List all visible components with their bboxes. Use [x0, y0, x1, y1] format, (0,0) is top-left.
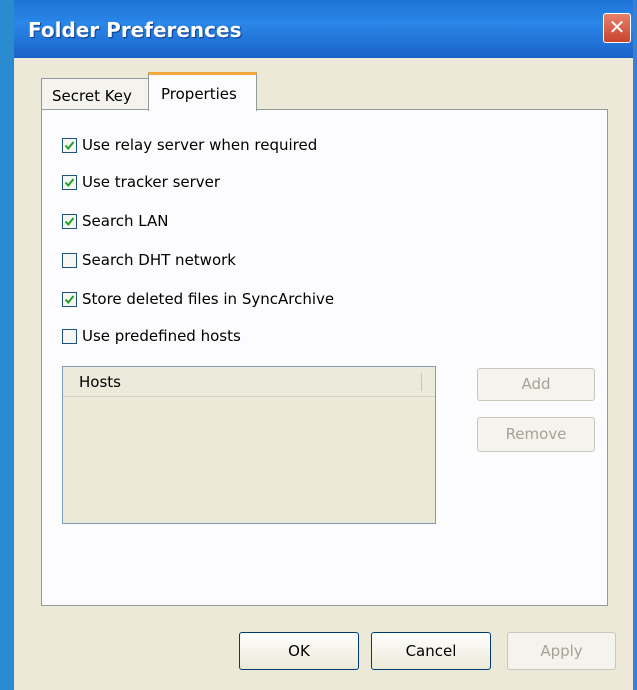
store-deleted-label: Store deleted files in SyncArchive: [82, 290, 335, 308]
window-frame-left: [0, 0, 14, 690]
tab-secret-key-label: Secret Key: [52, 87, 132, 105]
column-divider[interactable]: [421, 373, 422, 391]
tracker-server-checkbox[interactable]: [62, 174, 77, 190]
checkmark-icon: [64, 216, 75, 226]
search-lan-checkbox[interactable]: [62, 213, 77, 229]
relay-server-checkbox[interactable]: [62, 137, 77, 153]
option-search-dht[interactable]: Search DHT network: [62, 249, 236, 271]
ok-button[interactable]: OK: [239, 632, 359, 670]
cancel-button[interactable]: Cancel: [371, 632, 491, 670]
option-predefined-hosts[interactable]: Use predefined hosts: [62, 325, 241, 347]
option-store-deleted[interactable]: Store deleted files in SyncArchive: [62, 288, 334, 310]
search-lan-label: Search LAN: [82, 212, 169, 230]
search-dht-label: Search DHT network: [82, 251, 236, 269]
tab-secret-key[interactable]: Secret Key: [41, 78, 149, 110]
folder-preferences-dialog: Folder Preferences ✕ Secret Key Properti…: [14, 0, 633, 690]
relay-server-label: Use relay server when required: [82, 136, 318, 154]
window-frame-right: [633, 0, 637, 690]
option-relay-server[interactable]: Use relay server when required: [62, 134, 317, 156]
tab-properties[interactable]: Properties: [148, 72, 257, 111]
hosts-column-label: Hosts: [79, 373, 121, 391]
hosts-column-header[interactable]: Hosts: [63, 367, 435, 397]
checkmark-icon: [64, 294, 75, 304]
hosts-list[interactable]: Hosts: [62, 366, 436, 524]
predefined-hosts-label: Use predefined hosts: [82, 327, 241, 345]
title-bar[interactable]: Folder Preferences ✕: [14, 0, 633, 58]
option-tracker-server[interactable]: Use tracker server: [62, 171, 220, 193]
checkmark-icon: [64, 140, 75, 150]
close-icon: ✕: [608, 15, 626, 39]
store-deleted-checkbox[interactable]: [62, 291, 77, 307]
add-host-button[interactable]: Add: [477, 368, 595, 401]
apply-button[interactable]: Apply: [507, 632, 616, 670]
checkmark-icon: [64, 177, 75, 187]
option-search-lan[interactable]: Search LAN: [62, 210, 168, 232]
search-dht-checkbox[interactable]: [62, 252, 77, 268]
remove-host-button[interactable]: Remove: [477, 417, 595, 452]
close-button[interactable]: ✕: [603, 13, 631, 43]
tab-properties-label: Properties: [161, 85, 237, 103]
tracker-server-label: Use tracker server: [82, 173, 221, 191]
window-title: Folder Preferences: [28, 18, 242, 42]
predefined-hosts-checkbox[interactable]: [62, 328, 77, 344]
